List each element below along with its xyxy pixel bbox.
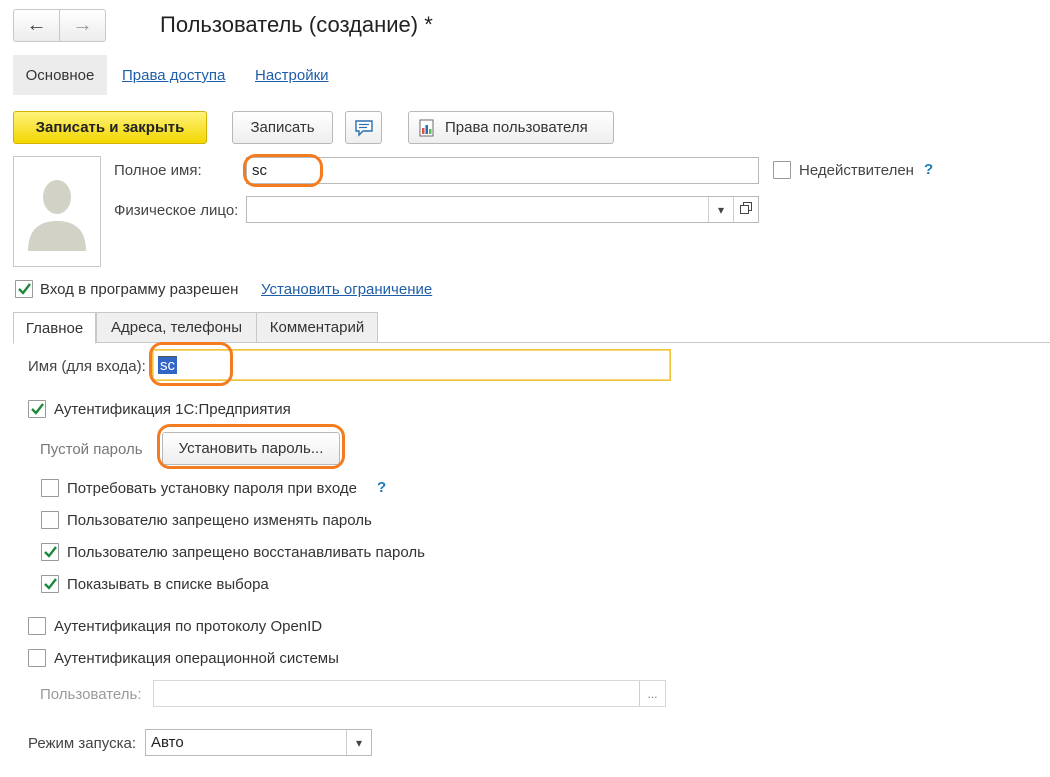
full-name-input[interactable]: sc [246, 157, 759, 184]
launch-mode-value: Авто [151, 734, 184, 751]
login-name-label: Имя (для входа): [28, 358, 146, 375]
navigation-buttons: ← → [13, 9, 106, 42]
tab-settings[interactable]: Настройки [255, 67, 329, 84]
deny-password-recovery-checkbox[interactable] [41, 543, 59, 561]
tab-comment[interactable]: Комментарий [256, 312, 378, 343]
comment-icon [354, 119, 374, 137]
invalid-label: Недействителен [799, 162, 914, 179]
open-form-icon [740, 202, 752, 217]
show-in-choice-list-checkbox[interactable] [41, 575, 59, 593]
auth-os-label: Аутентификация операционной системы [54, 650, 339, 667]
chevron-down-icon: ▾ [717, 202, 725, 217]
login-allowed-checkbox[interactable] [15, 280, 33, 298]
user-photo[interactable] [13, 156, 101, 267]
save-button[interactable]: Записать [232, 111, 333, 144]
user-rights-label: Права пользователя [445, 119, 588, 136]
set-password-button[interactable]: Установить пароль... [162, 432, 340, 465]
dropdown-button[interactable]: ▾ [708, 197, 733, 222]
deny-password-recovery-label: Пользователю запрещено восстанавливать п… [67, 544, 425, 561]
os-user-input[interactable]: ... [153, 680, 666, 707]
save-and-close-button[interactable]: Записать и закрыть [13, 111, 207, 144]
empty-password-label: Пустой пароль [40, 441, 143, 458]
help-icon[interactable]: ? [377, 479, 386, 496]
tab-general[interactable]: Главное [13, 312, 96, 344]
deny-password-change-label: Пользователю запрещено изменять пароль [67, 512, 372, 529]
dropdown-button[interactable]: ▾ [346, 730, 371, 755]
tab-main[interactable]: Основное [13, 55, 107, 95]
deny-password-change-checkbox[interactable] [41, 511, 59, 529]
login-name-input[interactable]: sc [152, 349, 671, 381]
full-name-label: Полное имя: [114, 162, 202, 179]
show-in-choice-list-label: Показывать в списке выбора [67, 576, 269, 593]
launch-mode-label: Режим запуска: [28, 735, 136, 752]
select-user-button[interactable]: ... [639, 681, 665, 706]
person-input[interactable]: ▾ [246, 196, 759, 223]
report-icon [417, 118, 437, 138]
login-name-value: sc [158, 356, 177, 374]
os-user-label: Пользователь: [40, 686, 142, 703]
require-password-change-label: Потребовать установку пароля при входе [67, 480, 357, 497]
back-button[interactable]: ← [14, 10, 59, 41]
set-restriction-link[interactable]: Установить ограничение [261, 281, 432, 298]
user-rights-button[interactable]: Права пользователя [408, 111, 614, 144]
comment-button[interactable] [345, 111, 382, 144]
help-icon[interactable]: ? [924, 161, 933, 178]
window-title: Пользователь (создание) * [160, 12, 433, 37]
auth-openid-label: Аутентификация по протоколу OpenID [54, 618, 323, 635]
full-name-value: sc [252, 162, 267, 179]
launch-mode-select[interactable]: Авто ▾ [145, 729, 372, 756]
person-label: Физическое лицо: [114, 202, 239, 219]
auth-os-checkbox[interactable] [28, 649, 46, 667]
arrow-right-icon: → [72, 14, 93, 36]
open-button[interactable] [733, 197, 758, 222]
auth-1c-label: Аутентификация 1С:Предприятия [54, 401, 291, 418]
login-allowed-label: Вход в программу разрешен [40, 281, 239, 298]
require-password-change-checkbox[interactable] [41, 479, 59, 497]
tab-access-rights[interactable]: Права доступа [122, 67, 225, 84]
chevron-down-icon: ▾ [355, 735, 363, 750]
auth-openid-checkbox[interactable] [28, 617, 46, 635]
forward-button[interactable]: → [59, 10, 105, 41]
tab-addresses-phones[interactable]: Адреса, телефоны [96, 312, 257, 343]
avatar-placeholder-icon [28, 180, 86, 251]
invalid-checkbox[interactable] [773, 161, 791, 179]
arrow-left-icon: ← [26, 14, 47, 36]
auth-1c-checkbox[interactable] [28, 400, 46, 418]
